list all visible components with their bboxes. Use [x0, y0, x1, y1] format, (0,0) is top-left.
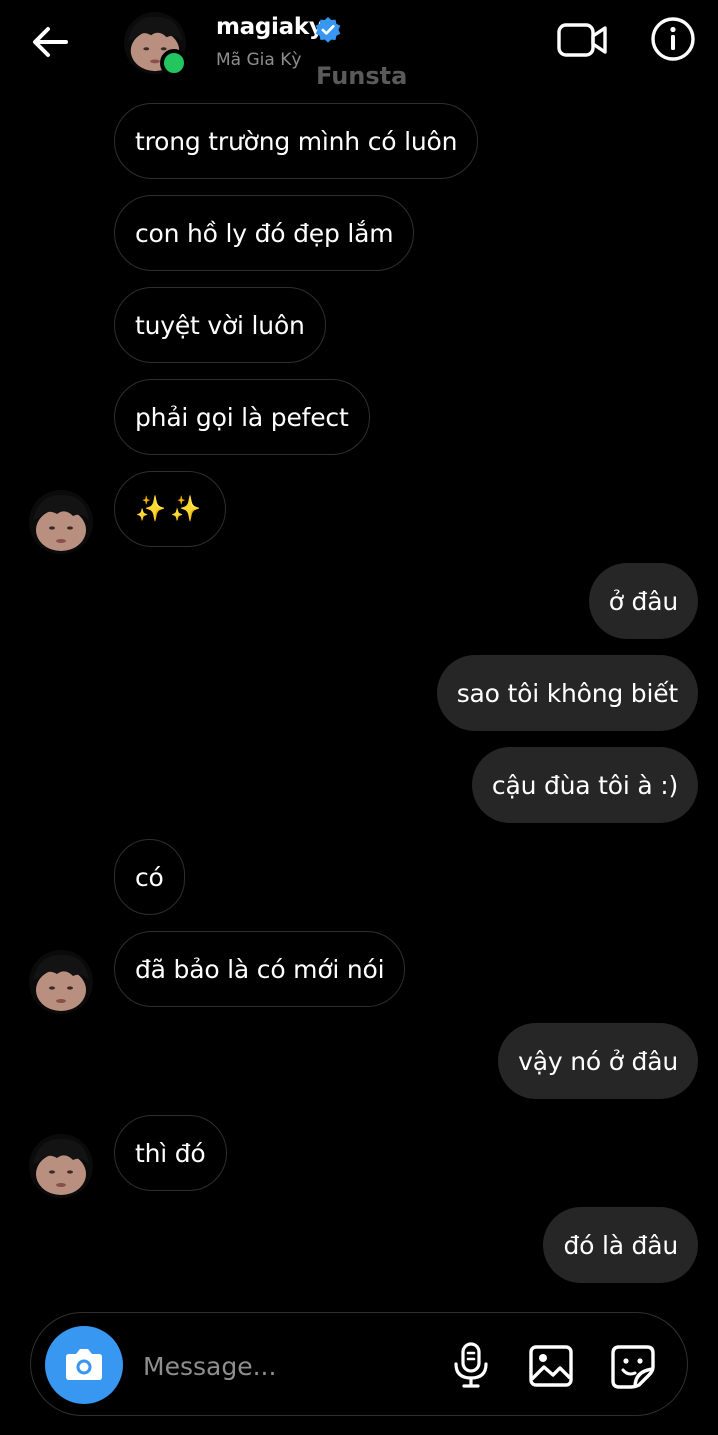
incoming-message: phải gọi là pefect: [114, 379, 370, 455]
verified-badge-icon: [315, 17, 341, 43]
message-composer: [30, 1312, 688, 1416]
sender-avatar[interactable]: [29, 490, 93, 554]
watermark-text: Funsta: [316, 62, 408, 90]
sender-avatar[interactable]: [29, 950, 93, 1014]
incoming-message: con hồ ly đó đẹp lắm: [114, 195, 415, 271]
camera-icon: [66, 1349, 102, 1380]
message-input[interactable]: [141, 1343, 425, 1389]
outgoing-message: cậu đùa tôi à :): [471, 747, 698, 823]
outgoing-message: đó là đâu: [543, 1207, 698, 1283]
back-arrow-icon[interactable]: [28, 20, 72, 64]
online-status-dot: [160, 49, 188, 77]
incoming-message: tuyệt vời luôn: [114, 287, 326, 363]
chat-username[interactable]: magiaky: [216, 14, 324, 40]
outgoing-message: vậy nó ở đâu: [498, 1023, 698, 1099]
sticker-icon[interactable]: [609, 1343, 657, 1389]
incoming-message: có: [114, 839, 185, 915]
outgoing-message: ở đâu: [588, 563, 698, 639]
incoming-message: đã bảo là có mới nói: [114, 931, 406, 1007]
incoming-message: thì đó: [114, 1115, 227, 1191]
info-icon[interactable]: [650, 16, 696, 62]
video-call-icon[interactable]: [556, 18, 610, 62]
microphone-icon[interactable]: [449, 1341, 493, 1389]
incoming-message-sparkles: ✨✨: [114, 471, 227, 547]
camera-button[interactable]: [45, 1326, 123, 1404]
chat-display-name: Mã Gia Kỳ: [216, 50, 302, 70]
gallery-icon[interactable]: [527, 1343, 575, 1389]
incoming-message: trong trường mình có luôn: [114, 103, 479, 179]
outgoing-message: sao tôi không biết: [436, 655, 698, 731]
sender-avatar[interactable]: [29, 1134, 93, 1198]
chat-header: magiaky Mã Gia Kỳ Funsta: [0, 0, 718, 92]
